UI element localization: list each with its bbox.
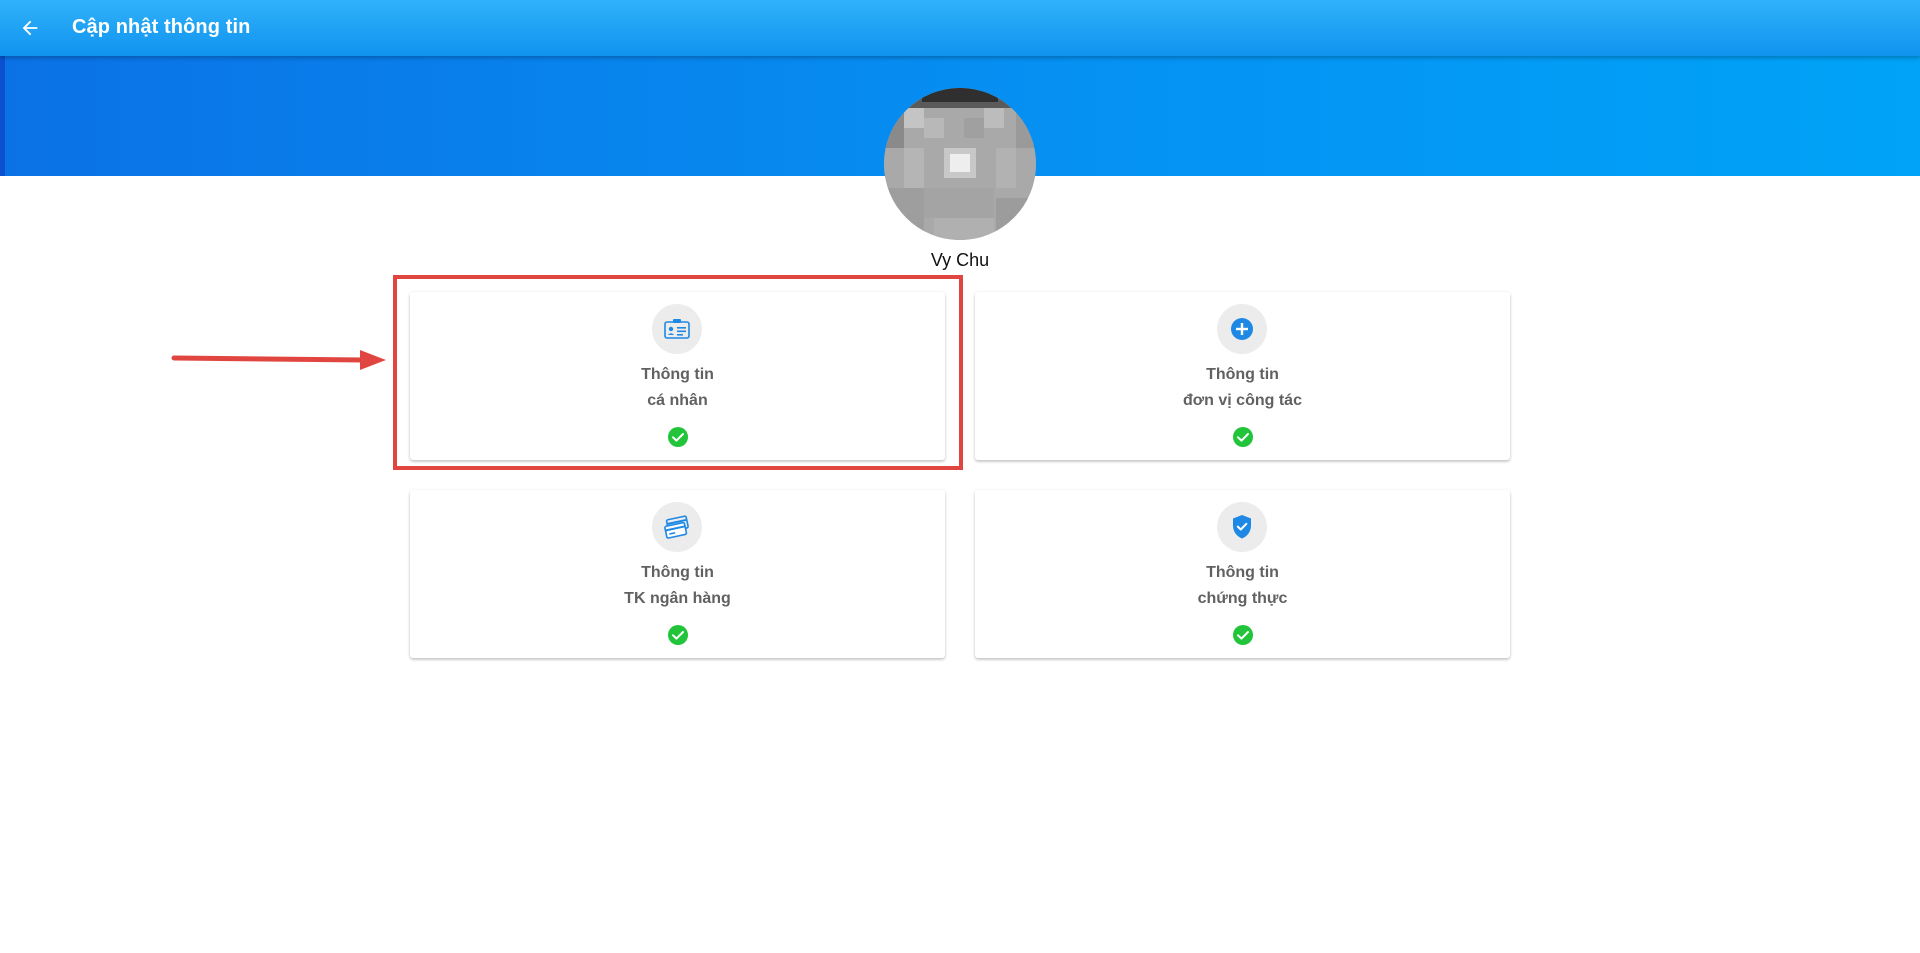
back-button[interactable]	[14, 12, 46, 44]
card-icon-container	[1217, 304, 1267, 354]
card-icon-container	[652, 502, 702, 552]
avatar[interactable]	[884, 88, 1036, 240]
card-bank-info[interactable]: Thông tin TK ngân hàng	[410, 490, 945, 658]
card-title-line1: Thông tin	[1206, 564, 1279, 581]
shield-check-icon	[1233, 515, 1251, 539]
arrow-left-icon	[22, 20, 38, 36]
card-workplace-info[interactable]: Thông tin đơn vị công tác	[975, 292, 1510, 460]
card-title-line1: Thông tin	[641, 564, 714, 581]
check-circle-icon	[668, 625, 688, 645]
check-circle-icon	[1233, 427, 1253, 447]
card-personal-info[interactable]: Thông tin cá nhân	[410, 292, 945, 460]
app-bar: Cập nhật thông tin	[0, 0, 1920, 56]
card-icon-container	[1217, 502, 1267, 552]
card-icon-container	[652, 304, 702, 354]
annotation-arrow-icon	[171, 350, 386, 370]
check-circle-icon	[668, 427, 688, 447]
card-verification-info[interactable]: Thông tin chứng thực	[975, 490, 1510, 658]
plus-circle-icon	[1231, 318, 1253, 340]
card-title-line1: Thông tin	[1206, 366, 1279, 383]
page: Cập nhật thông tin Vy Chu Thông tin cá n…	[0, 0, 1920, 953]
id-card-icon	[664, 319, 690, 339]
bank-cards-icon	[664, 515, 689, 539]
card-title-line2: đơn vị công tác	[1183, 392, 1302, 409]
banner-edge	[0, 56, 5, 176]
card-title-line2: cá nhân	[647, 392, 708, 409]
card-title-line2: TK ngân hàng	[624, 590, 731, 607]
page-title: Cập nhật thông tin	[72, 16, 251, 38]
user-name: Vy Chu	[930, 250, 990, 270]
check-circle-icon	[1233, 625, 1253, 645]
card-title-line1: Thông tin	[641, 366, 714, 383]
avatar-image	[884, 88, 1036, 240]
card-title-line2: chứng thực	[1197, 590, 1288, 607]
